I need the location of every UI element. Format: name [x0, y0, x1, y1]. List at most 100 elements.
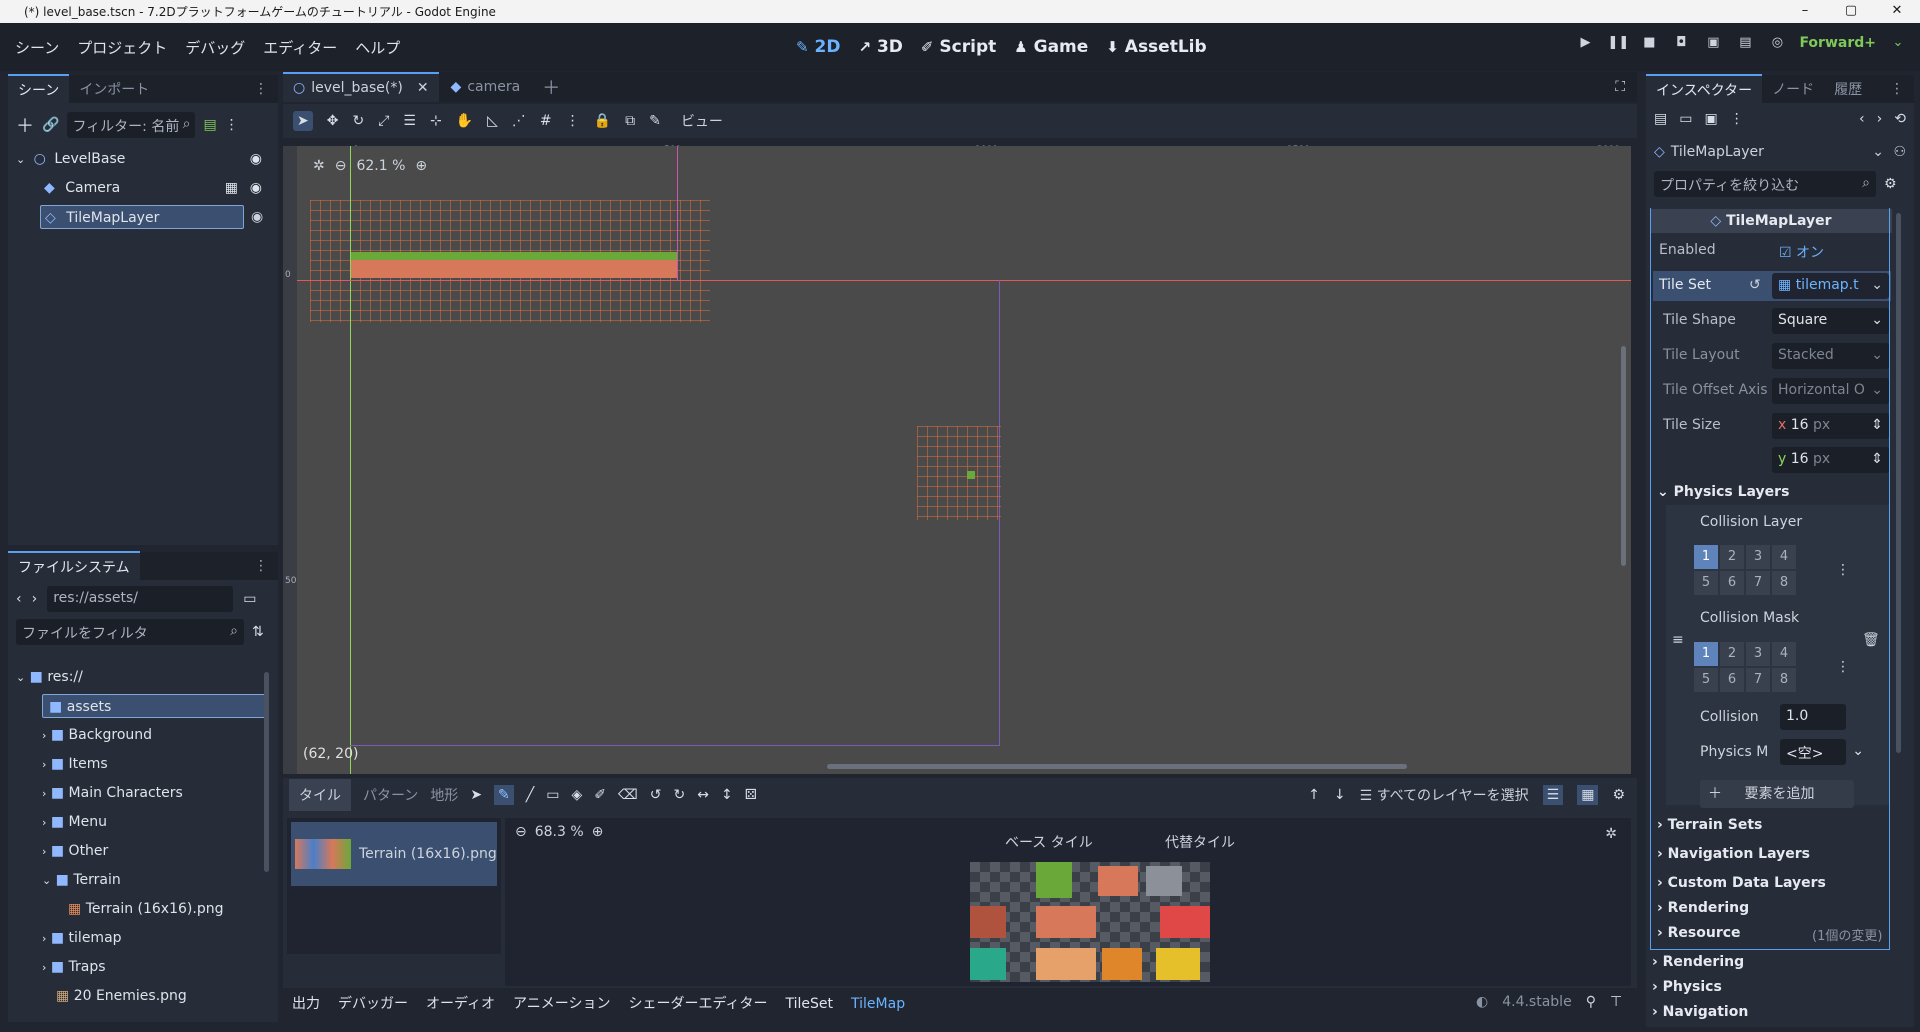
dock-menu-icon[interactable]: ⋮: [244, 77, 278, 101]
pan-tool-icon[interactable]: ✋: [456, 113, 473, 129]
tree-node-camera[interactable]: ◆ Camera ▦ ◉: [44, 176, 276, 200]
fs-scrollbar[interactable]: [264, 672, 269, 872]
fs-item-terrain-png[interactable]: ▦ Terrain (16x16).png: [68, 897, 223, 921]
collision-layer-grid[interactable]: 1234 5678: [1694, 545, 1796, 595]
list-select-icon[interactable]: ☰: [403, 113, 416, 129]
chevron-down-icon[interactable]: ⌄: [1888, 35, 1908, 55]
tilemap-settings-icon[interactable]: ⚙: [1612, 787, 1625, 803]
scene-filter-input[interactable]: フィルター: 名前 ⌕: [67, 112, 196, 138]
menu-debug[interactable]: デバッグ: [176, 37, 254, 58]
tab-scene[interactable]: シーン: [8, 74, 70, 104]
line-tool-icon[interactable]: ╱: [526, 787, 534, 803]
viewport-v-scrollbar[interactable]: [1621, 346, 1626, 566]
paint-tool-icon[interactable]: ✎: [494, 785, 514, 805]
close-tab-icon[interactable]: ✕: [417, 80, 429, 96]
sort-icon[interactable]: ⇅: [252, 624, 264, 640]
zoom-in-icon[interactable]: ⊕: [415, 158, 427, 174]
spin-icon[interactable]: ⇕: [1871, 417, 1883, 433]
fs-item-enemies-png[interactable]: ▦ 20 Enemies.png: [56, 984, 187, 1008]
section-rendering[interactable]: › Rendering: [1652, 954, 1744, 970]
delete-icon[interactable]: 🗑: [1862, 632, 1880, 648]
rotate-tool-icon[interactable]: ↻: [352, 113, 364, 129]
fs-item-menu[interactable]: › ■ Menu: [42, 810, 107, 834]
zoom-value[interactable]: 62.1 %: [356, 158, 405, 174]
highlight-layer-icon[interactable]: ☰: [1542, 785, 1564, 805]
forward-icon[interactable]: ›: [32, 591, 38, 607]
fs-item-traps[interactable]: › ■ Traps: [42, 955, 106, 979]
clapper-icon[interactable]: ▦: [225, 176, 238, 200]
tile-layout-select[interactable]: Stacked ⌄: [1772, 343, 1889, 369]
tab-inspector[interactable]: インスペクター: [1646, 74, 1763, 104]
tree-node-tilemaplayer[interactable]: ◇ TileMapLayer: [40, 205, 244, 229]
tab-node[interactable]: ノード: [1762, 75, 1824, 103]
section-navigation-layers[interactable]: › Navigation Layers: [1657, 846, 1810, 862]
mode-2d-button[interactable]: ✎ 2D: [796, 37, 840, 57]
grid-snap-icon[interactable]: #: [540, 113, 552, 129]
pivot-tool-icon[interactable]: ⊹: [430, 113, 442, 129]
zoom-out-icon[interactable]: ⊖: [335, 158, 347, 174]
section-physics[interactable]: › Physics: [1652, 979, 1722, 995]
revert-icon[interactable]: ↺: [1749, 277, 1761, 293]
lock-icon[interactable]: 🔒: [594, 113, 611, 129]
split-view-icon[interactable]: ▭: [243, 591, 256, 607]
collapse-arrow-icon[interactable]: ⌄: [16, 153, 25, 166]
dock-menu-icon[interactable]: ⋮: [1880, 77, 1914, 101]
ruler-tool-icon[interactable]: ◺: [487, 113, 498, 129]
tab-terrains[interactable]: 地形: [430, 785, 458, 805]
fs-item-background[interactable]: › ■ Background: [42, 723, 152, 747]
tab-debugger[interactable]: デバッガー: [329, 990, 417, 1018]
toggle-grid-icon[interactable]: ▦: [1577, 785, 1599, 805]
section-navigation[interactable]: › Navigation: [1652, 1004, 1748, 1020]
fs-item-other[interactable]: › ■ Other: [42, 839, 108, 863]
canvas-viewport[interactable]: ✲ ⊖ 62.1 % ⊕ (62, 20): [297, 146, 1631, 774]
back-icon[interactable]: ‹: [16, 591, 22, 607]
new-resource-icon[interactable]: ▤: [1654, 111, 1667, 127]
rotate-right-icon[interactable]: ↻: [674, 787, 686, 803]
layer-down-icon[interactable]: ↓: [1334, 787, 1346, 803]
group-icon[interactable]: ⧉: [625, 113, 635, 129]
stop-icon[interactable]: ■: [1639, 35, 1659, 55]
tab-animation[interactable]: アニメーション: [504, 990, 619, 1018]
drag-handle-icon[interactable]: ≡: [1672, 632, 1684, 648]
inspector-section-header[interactable]: ◇ TileMapLayer: [1650, 209, 1892, 233]
filter-settings-icon[interactable]: ⚙: [1884, 176, 1897, 192]
visibility-eye-icon[interactable]: ◉: [251, 209, 263, 225]
physics-material-picker[interactable]: <空> ⌄: [1780, 739, 1864, 765]
collision-priority-field[interactable]: 1.0: [1780, 704, 1846, 730]
tab-audio[interactable]: オーディオ: [417, 990, 504, 1018]
tab-camera[interactable]: ◆ camera: [439, 79, 533, 95]
file-filter-input[interactable]: ファイルをフィルタ ⌕: [16, 619, 244, 645]
snap-options-icon[interactable]: ⋮: [566, 113, 580, 129]
maximize-button[interactable]: ▢: [1828, 0, 1874, 23]
fs-item-terrain[interactable]: ⌄ ■ Terrain: [42, 868, 121, 892]
scale-tool-icon[interactable]: ⤢: [378, 113, 389, 129]
enabled-checkbox[interactable]: ☑ オン: [1779, 242, 1824, 262]
visibility-eye-icon[interactable]: ◉: [250, 176, 262, 200]
chevron-down-icon[interactable]: ⌄: [1872, 144, 1884, 160]
mode-assetlib-button[interactable]: ⬇ AssetLib: [1106, 37, 1206, 57]
fs-item-main-characters[interactable]: › ■ Main Characters: [42, 781, 183, 805]
attach-script-icon[interactable]: ▤: [203, 117, 216, 133]
tileset-resource-picker[interactable]: ▦ tilemap.t ⌄: [1772, 273, 1889, 299]
add-element-button[interactable]: ＋ 要素を追加: [1700, 780, 1854, 808]
tab-tilemap[interactable]: TileMap: [842, 990, 914, 1018]
section-custom-data-layers[interactable]: › Custom Data Layers: [1657, 875, 1826, 891]
history-back-icon[interactable]: ‹: [1859, 111, 1865, 127]
tile-shape-select[interactable]: Square ⌄: [1772, 308, 1889, 334]
tileset-source-item[interactable]: Terrain (16x16).png: [291, 822, 497, 886]
expand-panel-icon[interactable]: ⊤: [1610, 994, 1622, 1010]
visibility-eye-icon[interactable]: ◉: [250, 147, 262, 171]
tree-node-levelbase[interactable]: ⌄ ○ LevelBase ◉: [16, 147, 276, 171]
section-terrain-sets[interactable]: › Terrain Sets: [1657, 817, 1762, 833]
tile-size-x-field[interactable]: x 16 px ⇕: [1772, 413, 1889, 439]
renderer-select[interactable]: Forward+: [1799, 35, 1876, 55]
tab-history[interactable]: 履歴: [1824, 75, 1872, 103]
move-tool-icon[interactable]: ✥: [327, 113, 339, 129]
tile-offset-axis-select[interactable]: Horizontal O ⌄: [1772, 378, 1889, 404]
zoom-in-icon[interactable]: ⊕: [592, 824, 604, 840]
center-view-icon[interactable]: ✲: [313, 158, 325, 174]
atlas-image[interactable]: [970, 862, 1210, 982]
doc-icon[interactable]: ⚇: [1893, 144, 1906, 160]
tab-patterns[interactable]: パターン: [363, 785, 418, 805]
dock-menu-icon[interactable]: ⋮: [244, 554, 278, 578]
